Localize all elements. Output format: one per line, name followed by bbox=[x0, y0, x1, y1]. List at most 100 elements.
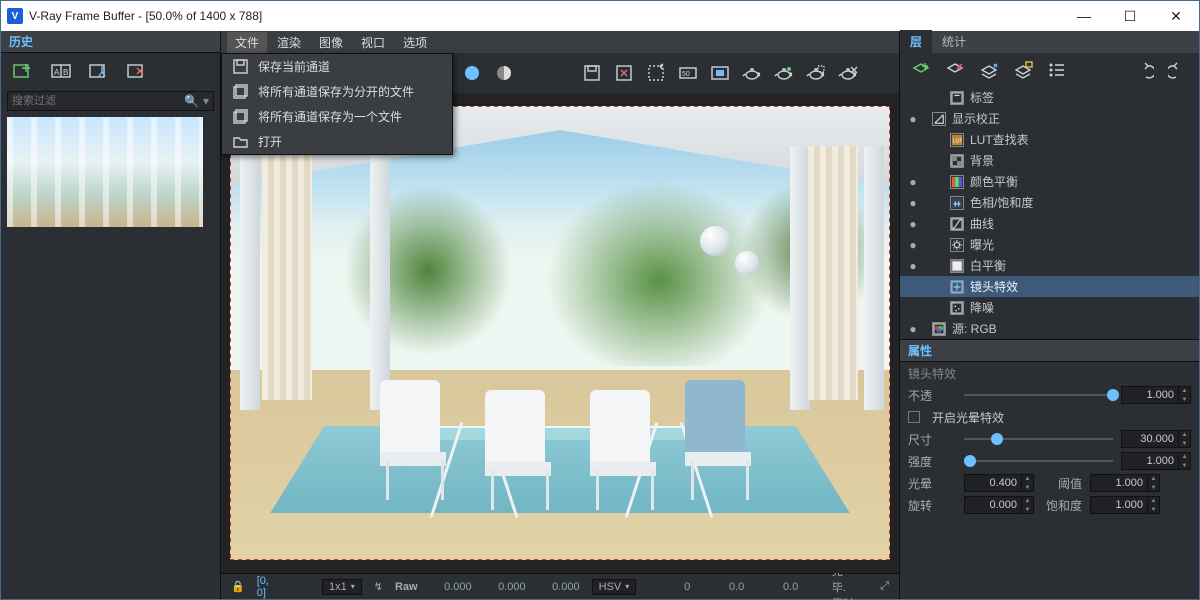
menu-bar: 文件 渲染 图像 视口 选项 保存当前通道 将所有通道保存为分开的文件 将所有通… bbox=[221, 31, 899, 53]
layer-row[interactable]: 镜头特效 bbox=[900, 276, 1199, 297]
layer-name: 曝光 bbox=[970, 236, 1193, 253]
layer-list-button[interactable] bbox=[1046, 59, 1068, 81]
visibility-icon[interactable]: ● bbox=[906, 217, 920, 231]
layer-type-icon: LUT bbox=[950, 133, 964, 147]
teapot-4-icon[interactable] bbox=[837, 62, 859, 84]
opacity-label: 不透 bbox=[908, 387, 956, 404]
redo-button[interactable] bbox=[1167, 59, 1189, 81]
layer-row[interactable]: ●白平衡 bbox=[900, 255, 1199, 276]
layer-row[interactable]: ● 曝光 bbox=[900, 234, 1199, 255]
channel-split-icon[interactable] bbox=[493, 62, 515, 84]
render-viewport[interactable] bbox=[221, 93, 899, 573]
status-bar: 🔒 [0, 0] 1x1 ▾ ↯ Raw 0.000 0.000 0.000 H… bbox=[221, 573, 899, 599]
clear-button[interactable] bbox=[613, 62, 635, 84]
history-delete-button[interactable] bbox=[125, 61, 149, 81]
save-button[interactable] bbox=[581, 62, 603, 84]
search-icon: 🔍 bbox=[184, 94, 199, 108]
history-add-button[interactable] bbox=[11, 61, 35, 81]
menu-image[interactable]: 图像 bbox=[311, 32, 351, 53]
layer-folder-button[interactable] bbox=[1012, 59, 1034, 81]
layer-row[interactable]: ●显示校正 bbox=[900, 108, 1199, 129]
layer-type-icon bbox=[950, 175, 964, 189]
glow-checkbox-row[interactable]: 开启光晕特效 bbox=[900, 406, 1199, 428]
size-value[interactable]: 30.000▲▼ bbox=[1121, 430, 1191, 448]
history-load-button[interactable] bbox=[87, 61, 111, 81]
visibility-icon[interactable]: ● bbox=[906, 238, 920, 252]
teapot-1-icon[interactable] bbox=[741, 62, 763, 84]
layer-row[interactable]: 降噪 bbox=[900, 297, 1199, 318]
layer-row[interactable]: LUT LUT查找表 bbox=[900, 129, 1199, 150]
history-thumbnail[interactable] bbox=[7, 117, 203, 227]
visibility-icon[interactable]: ● bbox=[906, 175, 920, 189]
menu-options[interactable]: 选项 bbox=[395, 32, 435, 53]
layer-type-icon bbox=[950, 280, 964, 294]
maximize-button[interactable]: ☐ bbox=[1107, 1, 1153, 31]
lock-icon[interactable]: 🔒 bbox=[231, 580, 245, 593]
layer-name: 标签 bbox=[970, 89, 1193, 106]
menu-save-all-one[interactable]: 将所有通道保存为一个文件 bbox=[222, 104, 452, 129]
visibility-icon[interactable]: ● bbox=[906, 112, 920, 126]
undo-button[interactable] bbox=[1133, 59, 1155, 81]
history-compare-button[interactable]: AB bbox=[49, 61, 73, 81]
sat-label: 饱和度 bbox=[1042, 497, 1082, 514]
layer-type-icon bbox=[932, 112, 946, 126]
visibility-icon[interactable]: ● bbox=[906, 259, 920, 273]
history-search[interactable]: 🔍 ▾ bbox=[7, 91, 214, 111]
curve-icon[interactable]: ↯ bbox=[374, 580, 383, 593]
tab-stats[interactable]: 统计 bbox=[932, 30, 976, 53]
menu-viewport[interactable]: 视口 bbox=[353, 32, 393, 53]
layer-row[interactable]: ●颜色平衡 bbox=[900, 171, 1199, 192]
menu-open[interactable]: 打开 bbox=[222, 129, 452, 154]
threshold-value[interactable]: 1.000▲▼ bbox=[1090, 474, 1160, 492]
layer-name: 曲线 bbox=[970, 215, 1193, 232]
search-dropdown-icon[interactable]: ▾ bbox=[203, 94, 209, 108]
window-title: V-Ray Frame Buffer - [50.0% of 1400 x 78… bbox=[29, 9, 262, 23]
checkbox-icon[interactable] bbox=[908, 411, 920, 423]
size-slider[interactable] bbox=[964, 432, 1113, 446]
intensity-slider[interactable] bbox=[964, 454, 1113, 468]
save-multi-icon bbox=[232, 84, 248, 100]
opacity-value[interactable]: 1.000▲▼ bbox=[1121, 386, 1191, 404]
teapot-3-icon[interactable] bbox=[805, 62, 827, 84]
layer-save-button[interactable] bbox=[978, 59, 1000, 81]
layers-toolbar bbox=[900, 53, 1199, 87]
layer-name: 降噪 bbox=[970, 299, 1193, 316]
title-bar: V V-Ray Frame Buffer - [50.0% of 1400 x … bbox=[1, 1, 1199, 31]
menu-save-all-separate[interactable]: 将所有通道保存为分开的文件 bbox=[222, 79, 452, 104]
expand-icon[interactable]: ⤢ bbox=[880, 580, 889, 593]
bloom-label: 光晕 bbox=[908, 475, 956, 492]
visibility-icon[interactable]: ● bbox=[906, 322, 920, 336]
colorspace-selector[interactable]: HSV ▾ bbox=[592, 579, 637, 595]
fit-button[interactable] bbox=[709, 62, 731, 84]
layer-add-button[interactable] bbox=[910, 59, 932, 81]
history-header: 历史 bbox=[1, 31, 220, 53]
layer-row[interactable]: ●色相/饱和度 bbox=[900, 192, 1199, 213]
channel-rgb-icon[interactable] bbox=[461, 62, 483, 84]
layer-name: LUT查找表 bbox=[970, 131, 1193, 148]
tab-layers[interactable]: 层 bbox=[900, 30, 932, 53]
zoom-50-button[interactable]: 50 bbox=[677, 62, 699, 84]
opacity-slider[interactable] bbox=[964, 388, 1113, 402]
rotate-value[interactable]: 0.000▲▼ bbox=[964, 496, 1034, 514]
menu-save-current-channel[interactable]: 保存当前通道 bbox=[222, 54, 452, 79]
menu-file[interactable]: 文件 bbox=[227, 32, 267, 53]
layer-row[interactable]: 背景 bbox=[900, 150, 1199, 171]
grid-selector[interactable]: 1x1 ▾ bbox=[322, 579, 362, 595]
minimize-button[interactable]: — bbox=[1061, 1, 1107, 31]
close-button[interactable]: ✕ bbox=[1153, 1, 1199, 31]
layer-remove-button[interactable] bbox=[944, 59, 966, 81]
bloom-value[interactable]: 0.400▲▼ bbox=[964, 474, 1034, 492]
teapot-2-icon[interactable] bbox=[773, 62, 795, 84]
region-button[interactable] bbox=[645, 62, 667, 84]
intensity-value[interactable]: 1.000▲▼ bbox=[1121, 452, 1191, 470]
sat-value[interactable]: 1.000▲▼ bbox=[1090, 496, 1160, 514]
layer-row[interactable]: ●源: RGB bbox=[900, 318, 1199, 339]
menu-render[interactable]: 渲染 bbox=[269, 32, 309, 53]
search-input[interactable] bbox=[12, 95, 184, 107]
visibility-icon[interactable]: ● bbox=[906, 196, 920, 210]
threshold-label: 阈值 bbox=[1042, 475, 1082, 492]
layer-row[interactable]: ● 曲线 bbox=[900, 213, 1199, 234]
svg-text:A: A bbox=[54, 68, 60, 77]
layer-row[interactable]: 标签 bbox=[900, 87, 1199, 108]
render-image bbox=[230, 106, 890, 560]
